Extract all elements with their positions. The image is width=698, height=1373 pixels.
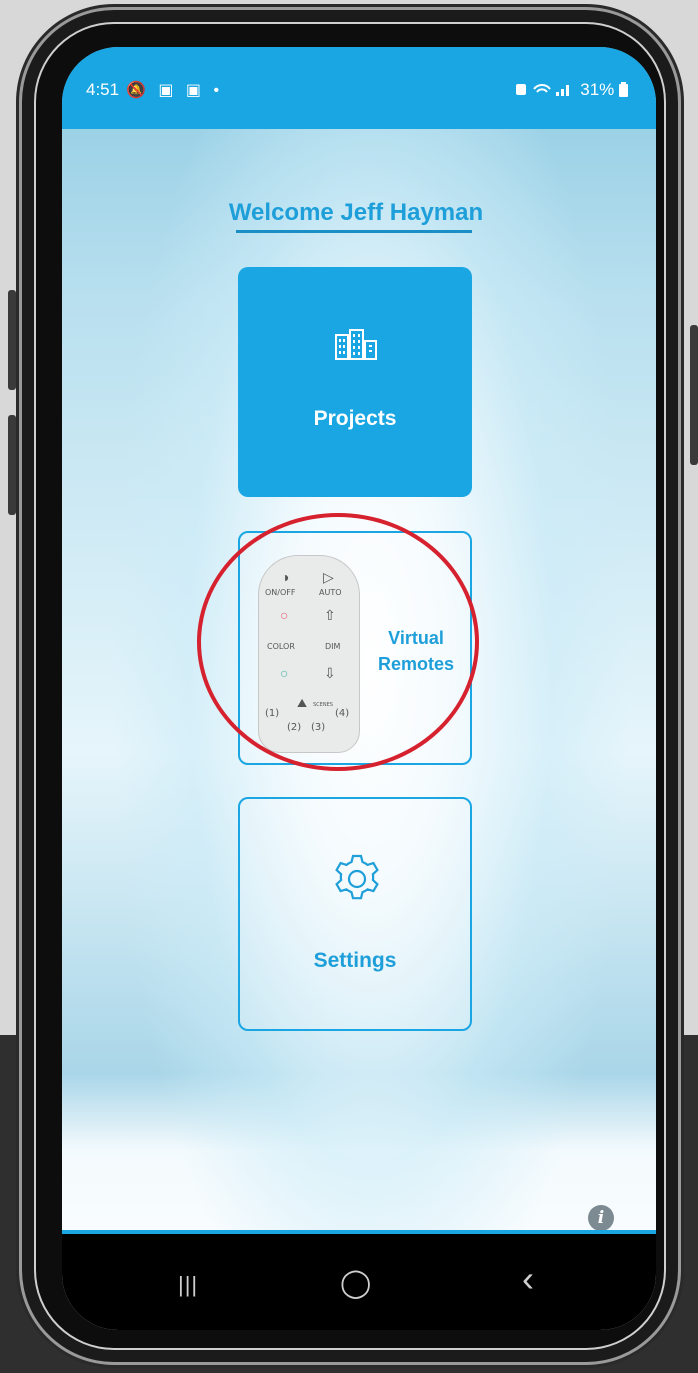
battery-percent: 31% <box>516 80 628 100</box>
signal-wifi-icon <box>516 84 570 96</box>
battery-text: 31% <box>580 80 615 99</box>
recents-button[interactable]: ||| <box>178 1272 198 1298</box>
settings-button[interactable]: Settings <box>238 797 472 1031</box>
navbar-accent-line <box>62 1230 656 1234</box>
volume-up-button <box>8 290 16 390</box>
navigation-bar: ||| ◯ ‹ <box>62 1230 656 1330</box>
home-button[interactable]: ◯ <box>340 1266 371 1299</box>
back-button[interactable]: ‹ <box>522 1258 534 1300</box>
status-time: 4:51 <box>86 80 120 99</box>
notification-icons: 🔕 ▣ ▣ • <box>126 82 224 99</box>
red-highlight-circle <box>197 513 479 771</box>
info-icon[interactable]: i <box>588 1205 614 1231</box>
settings-label: Settings <box>313 949 397 972</box>
status-bar: 4:51 🔕 ▣ ▣ • 31% <box>62 47 656 129</box>
buildings-icon <box>335 329 377 360</box>
welcome-underline <box>236 230 472 233</box>
battery-icon <box>619 82 628 97</box>
projects-button[interactable]: Projects <box>238 267 472 497</box>
volume-down-button <box>8 415 16 515</box>
welcome-title: Welcome Jeff Hayman <box>228 199 484 226</box>
gear-icon <box>335 854 379 900</box>
power-button <box>690 325 698 465</box>
projects-label: Projects <box>313 407 397 430</box>
